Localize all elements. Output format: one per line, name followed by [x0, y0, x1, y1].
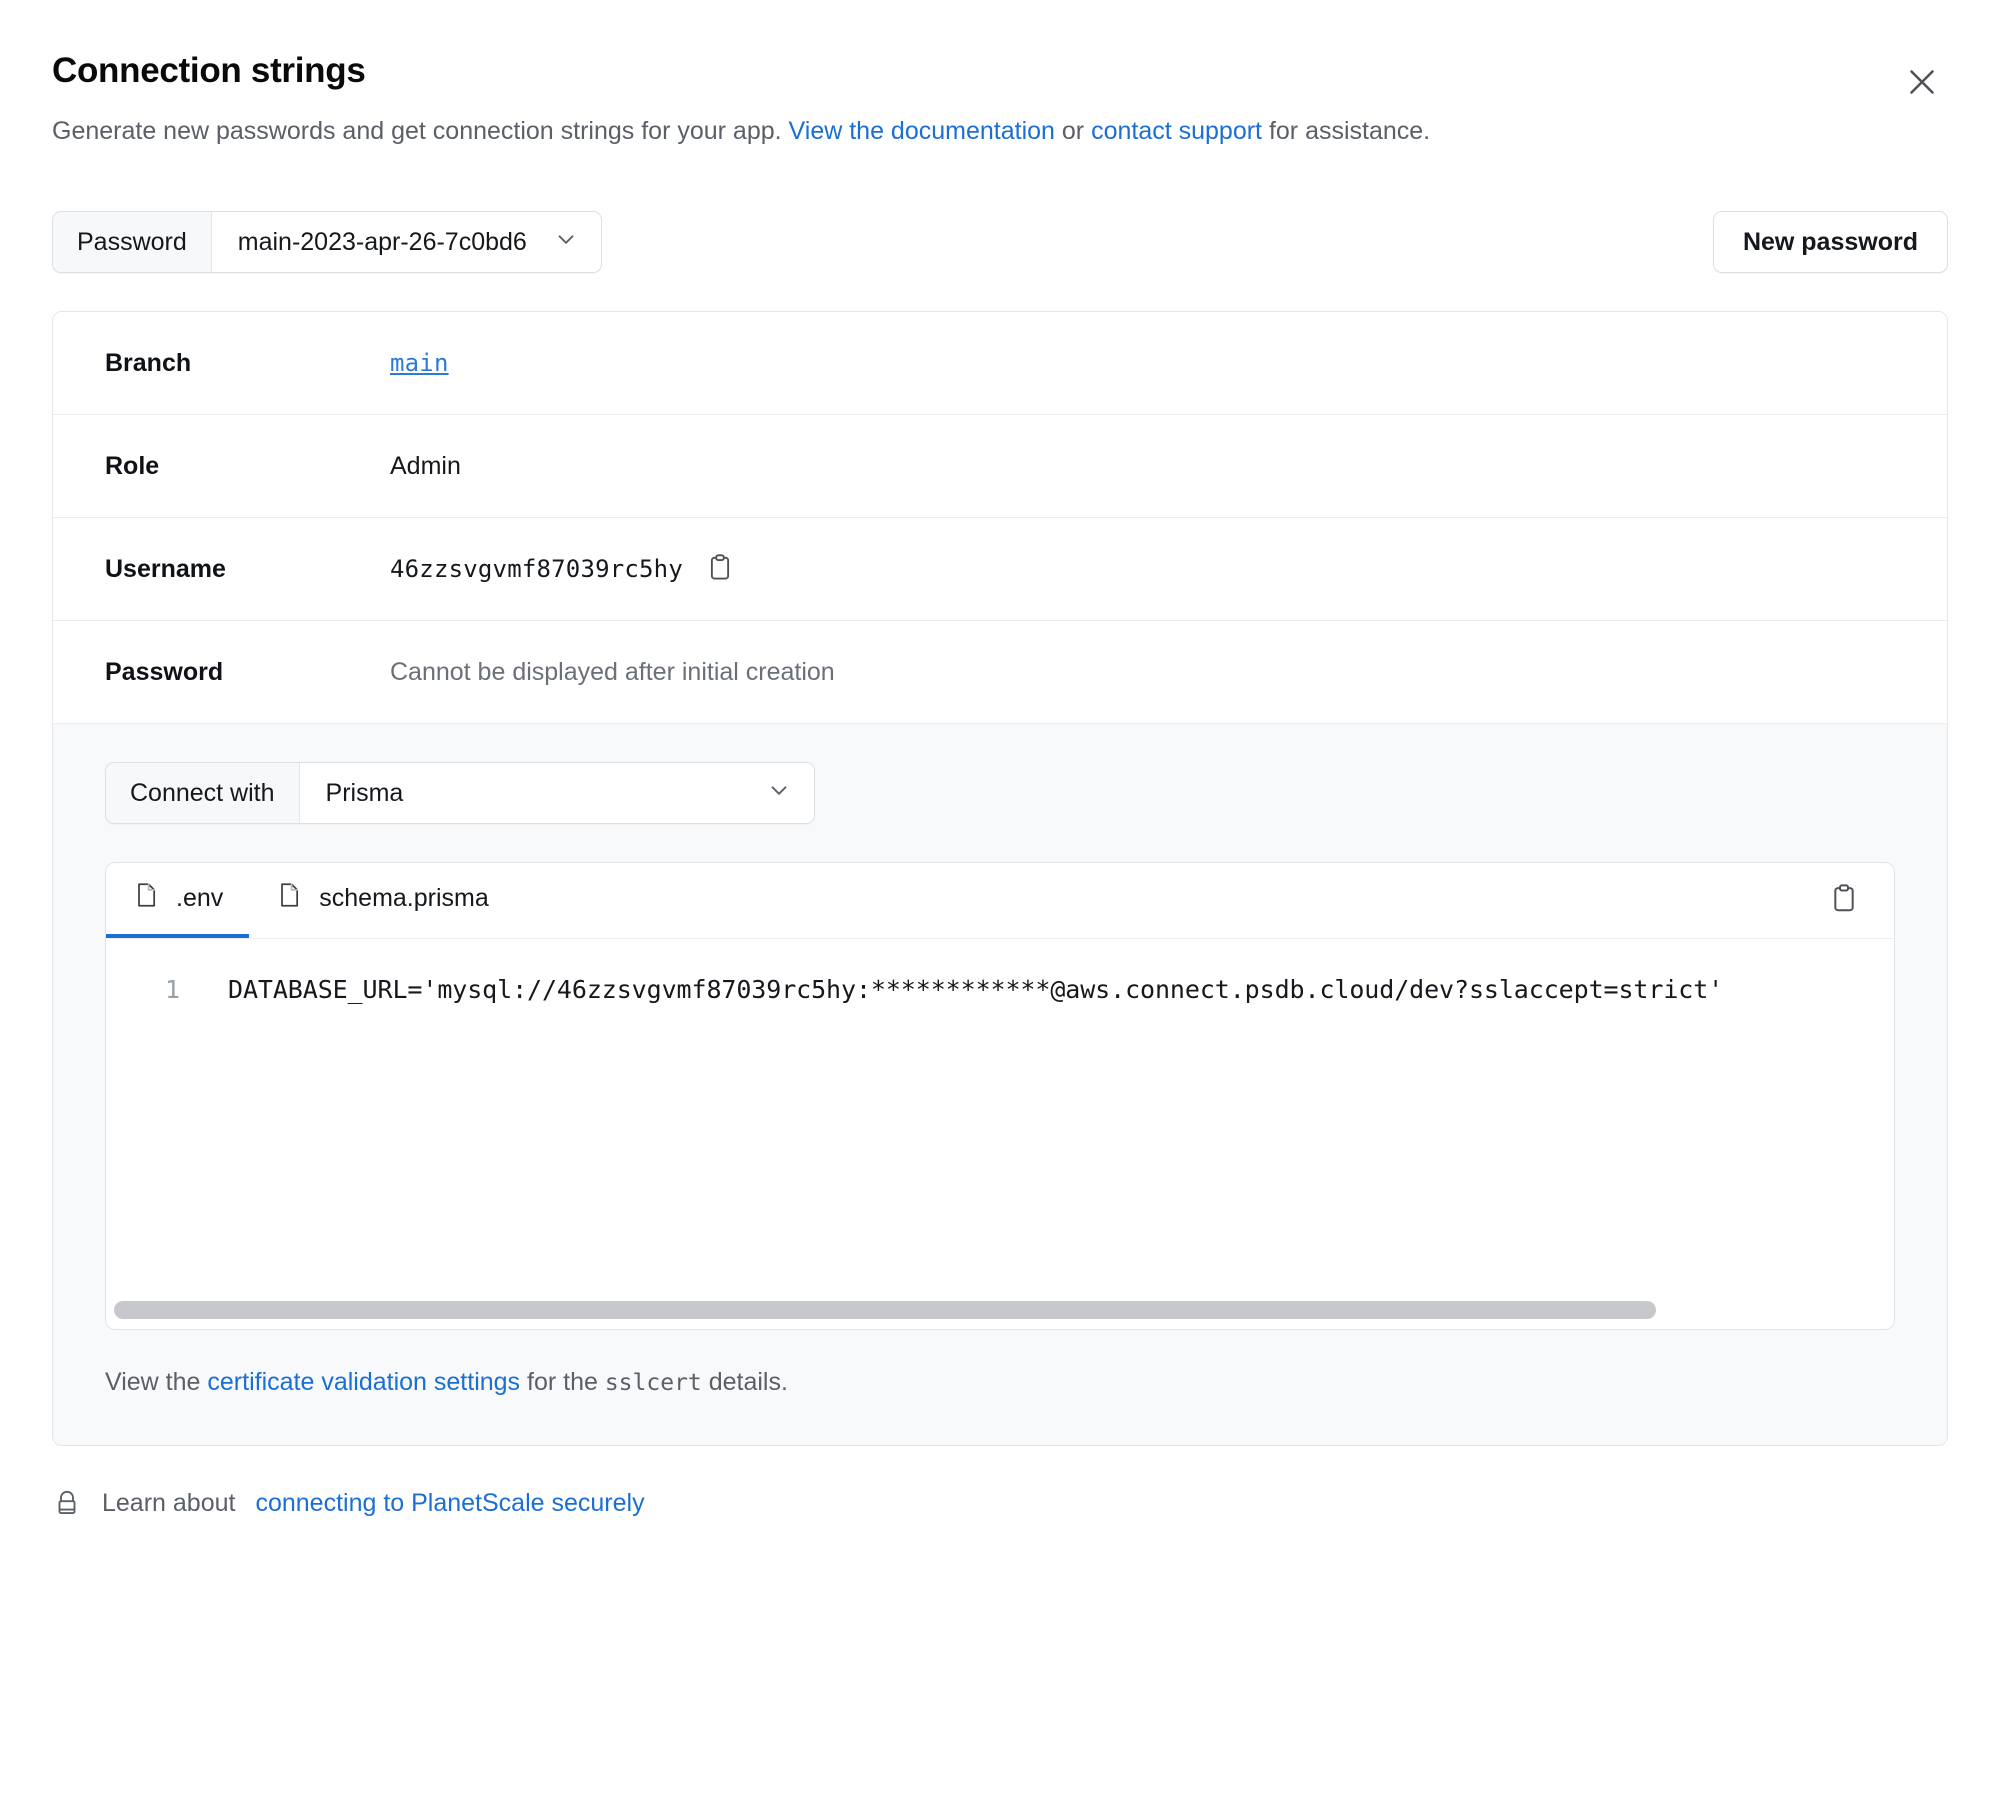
password-selector: Password main-2023-apr-26-7c0bd6: [52, 211, 602, 273]
username-value: 46zzsvgvmf87039rc5hy: [390, 555, 683, 583]
connect-with-label: Connect with: [106, 763, 300, 823]
table-row-branch: Branch main: [53, 312, 1947, 415]
table-row-password: Password Cannot be displayed after initi…: [53, 621, 1947, 724]
dialog-header: Connection strings Generate new password…: [52, 50, 1948, 149]
code-editor: .env schema.prisma 1 DATABASE_URL='mysql…: [105, 862, 1895, 1330]
file-icon: [132, 881, 160, 916]
password-selector-label: Password: [53, 212, 212, 272]
connect-with-dropdown[interactable]: Prisma: [299, 763, 814, 823]
connect-with-selector: Connect with Prisma: [105, 762, 815, 824]
copy-username-button[interactable]: [705, 553, 735, 586]
row-label: Role: [105, 451, 160, 480]
password-dropdown-value: main-2023-apr-26-7c0bd6: [237, 227, 527, 256]
connection-string-code: DATABASE_URL='mysql://46zzsvgvmf87039rc5…: [228, 975, 1724, 1004]
connecting-securely-link[interactable]: connecting to PlanetScale securely: [255, 1489, 644, 1518]
connect-with-panel: Connect with Prisma .env schema.prisma 1…: [53, 724, 1947, 1445]
connection-details-card: Branch main Role Admin Username 46zzsvgv…: [52, 311, 1948, 1446]
tab-schema-prisma[interactable]: schema.prisma: [249, 863, 515, 938]
close-button[interactable]: [1896, 56, 1948, 108]
row-label: Username: [105, 554, 226, 583]
tab-schema-prisma-label: schema.prisma: [319, 884, 489, 912]
cert-note-text-3: details.: [701, 1368, 788, 1396]
horizontal-scrollbar[interactable]: [106, 1301, 1894, 1319]
table-row-role: Role Admin: [53, 415, 1947, 518]
editor-body[interactable]: 1 DATABASE_URL='mysql://46zzsvgvmf87039r…: [106, 939, 1894, 1329]
table-row-username: Username 46zzsvgvmf87039rc5hy: [53, 518, 1947, 621]
scrollbar-thumb[interactable]: [114, 1301, 1656, 1319]
editor-tabs: .env schema.prisma: [106, 863, 515, 938]
lock-icon: [52, 1488, 82, 1518]
page-title: Connection strings: [52, 51, 366, 90]
cert-note-text-1: View the: [105, 1368, 208, 1396]
row-value: Cannot be displayed after initial creati…: [390, 657, 835, 686]
clipboard-icon: [1828, 883, 1860, 918]
close-icon: [1904, 64, 1940, 100]
file-icon: [275, 881, 303, 916]
row-value: main: [390, 349, 449, 377]
code-line: 1 DATABASE_URL='mysql://46zzsvgvmf87039r…: [106, 939, 1894, 1004]
dialog-description: Generate new passwords and get connectio…: [52, 113, 1772, 149]
connect-with-value: Prisma: [325, 778, 404, 807]
chevron-down-icon: [766, 777, 792, 810]
line-number: 1: [164, 975, 180, 1004]
new-password-button[interactable]: New password: [1712, 211, 1948, 273]
editor-tabbar: .env schema.prisma: [106, 863, 1894, 939]
description-text-3: for assistance.: [1262, 117, 1431, 145]
chevron-down-icon: [553, 226, 579, 259]
contact-support-link[interactable]: contact support: [1091, 117, 1262, 145]
dialog-footer: Learn about connecting to PlanetScale se…: [52, 1488, 1948, 1518]
certificate-note: View the certificate validation settings…: [105, 1368, 1895, 1397]
row-label: Password: [105, 657, 224, 686]
description-text-1: Generate new passwords and get connectio…: [52, 117, 789, 145]
footer-text: Learn about: [102, 1488, 236, 1517]
sslcert-code: sslcert: [604, 1370, 702, 1396]
password-dropdown[interactable]: main-2023-apr-26-7c0bd6: [211, 212, 601, 272]
cert-note-text-2: for the: [520, 1368, 605, 1396]
view-documentation-link[interactable]: View the documentation: [789, 117, 1055, 145]
description-text-2: or: [1054, 117, 1092, 145]
tab-env[interactable]: .env: [106, 863, 250, 938]
row-value: Admin: [390, 451, 461, 480]
row-label: Branch: [105, 348, 192, 377]
connection-strings-dialog: Connection strings Generate new password…: [0, 0, 2000, 1794]
tab-env-label: .env: [176, 884, 224, 912]
password-selector-row: Password main-2023-apr-26-7c0bd6 New pas…: [52, 211, 1948, 273]
row-value: 46zzsvgvmf87039rc5hy: [390, 553, 735, 586]
branch-link[interactable]: main: [390, 349, 449, 377]
copy-connection-string-button[interactable]: [1828, 883, 1860, 918]
certificate-validation-settings-link[interactable]: certificate validation settings: [207, 1368, 520, 1396]
editor-copy-area: [1816, 863, 1872, 938]
clipboard-icon: [705, 553, 735, 586]
